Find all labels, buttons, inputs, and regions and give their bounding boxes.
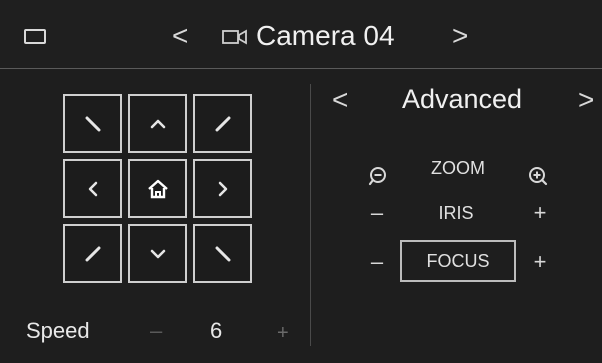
speed-minus-button[interactable]: –: [150, 318, 162, 344]
chevron-up-icon: [150, 119, 165, 128]
panel-divider: [310, 84, 311, 346]
arrow-up-right-icon: [215, 116, 230, 131]
speed-value: 6: [210, 318, 223, 343]
pan-up-left-button[interactable]: [63, 94, 122, 153]
focus-minus-button[interactable]: –: [367, 251, 387, 273]
home-button[interactable]: [128, 159, 187, 218]
zoom-in-icon[interactable]: [527, 165, 549, 187]
next-camera-button[interactable]: >: [452, 18, 468, 54]
ptz-control-panel: < Camera 04 > < Advanced > ZOOM – IRIS +…: [0, 0, 602, 363]
focus-plus-button[interactable]: +: [530, 251, 550, 273]
advanced-title: Advanced: [401, 84, 523, 114]
iris-label: IRIS: [438, 203, 474, 223]
pan-up-button[interactable]: [128, 94, 187, 153]
video-camera-icon: [222, 29, 247, 45]
pan-up-right-button[interactable]: [193, 94, 252, 153]
header-bar: < Camera 04 >: [0, 0, 602, 69]
pan-down-left-button[interactable]: [63, 224, 122, 283]
camera-title: Camera 04: [256, 20, 395, 51]
advanced-next-button[interactable]: >: [578, 84, 594, 116]
zoom-out-icon[interactable]: [368, 165, 390, 187]
pan-left-button[interactable]: [63, 159, 122, 218]
previous-camera-button[interactable]: <: [172, 18, 188, 54]
zoom-label: ZOOM: [431, 158, 485, 178]
chevron-right-icon: [218, 181, 227, 196]
pan-right-button[interactable]: [193, 159, 252, 218]
speed-label: Speed: [26, 318, 90, 343]
arrow-up-left-icon: [85, 116, 100, 131]
window-icon[interactable]: [24, 29, 46, 44]
chevron-down-icon: [150, 249, 165, 258]
pan-down-button[interactable]: [128, 224, 187, 283]
iris-plus-button[interactable]: +: [530, 202, 550, 224]
speed-plus-button[interactable]: +: [277, 320, 289, 346]
arrow-down-right-icon: [215, 246, 230, 261]
arrow-down-left-icon: [85, 246, 100, 261]
ptz-direction-pad: [63, 94, 252, 284]
focus-label[interactable]: FOCUS: [408, 250, 508, 272]
chevron-left-icon: [88, 181, 97, 196]
home-icon: [147, 179, 168, 198]
advanced-prev-button[interactable]: <: [332, 84, 348, 116]
pan-down-right-button[interactable]: [193, 224, 252, 283]
iris-minus-button[interactable]: –: [367, 202, 387, 224]
